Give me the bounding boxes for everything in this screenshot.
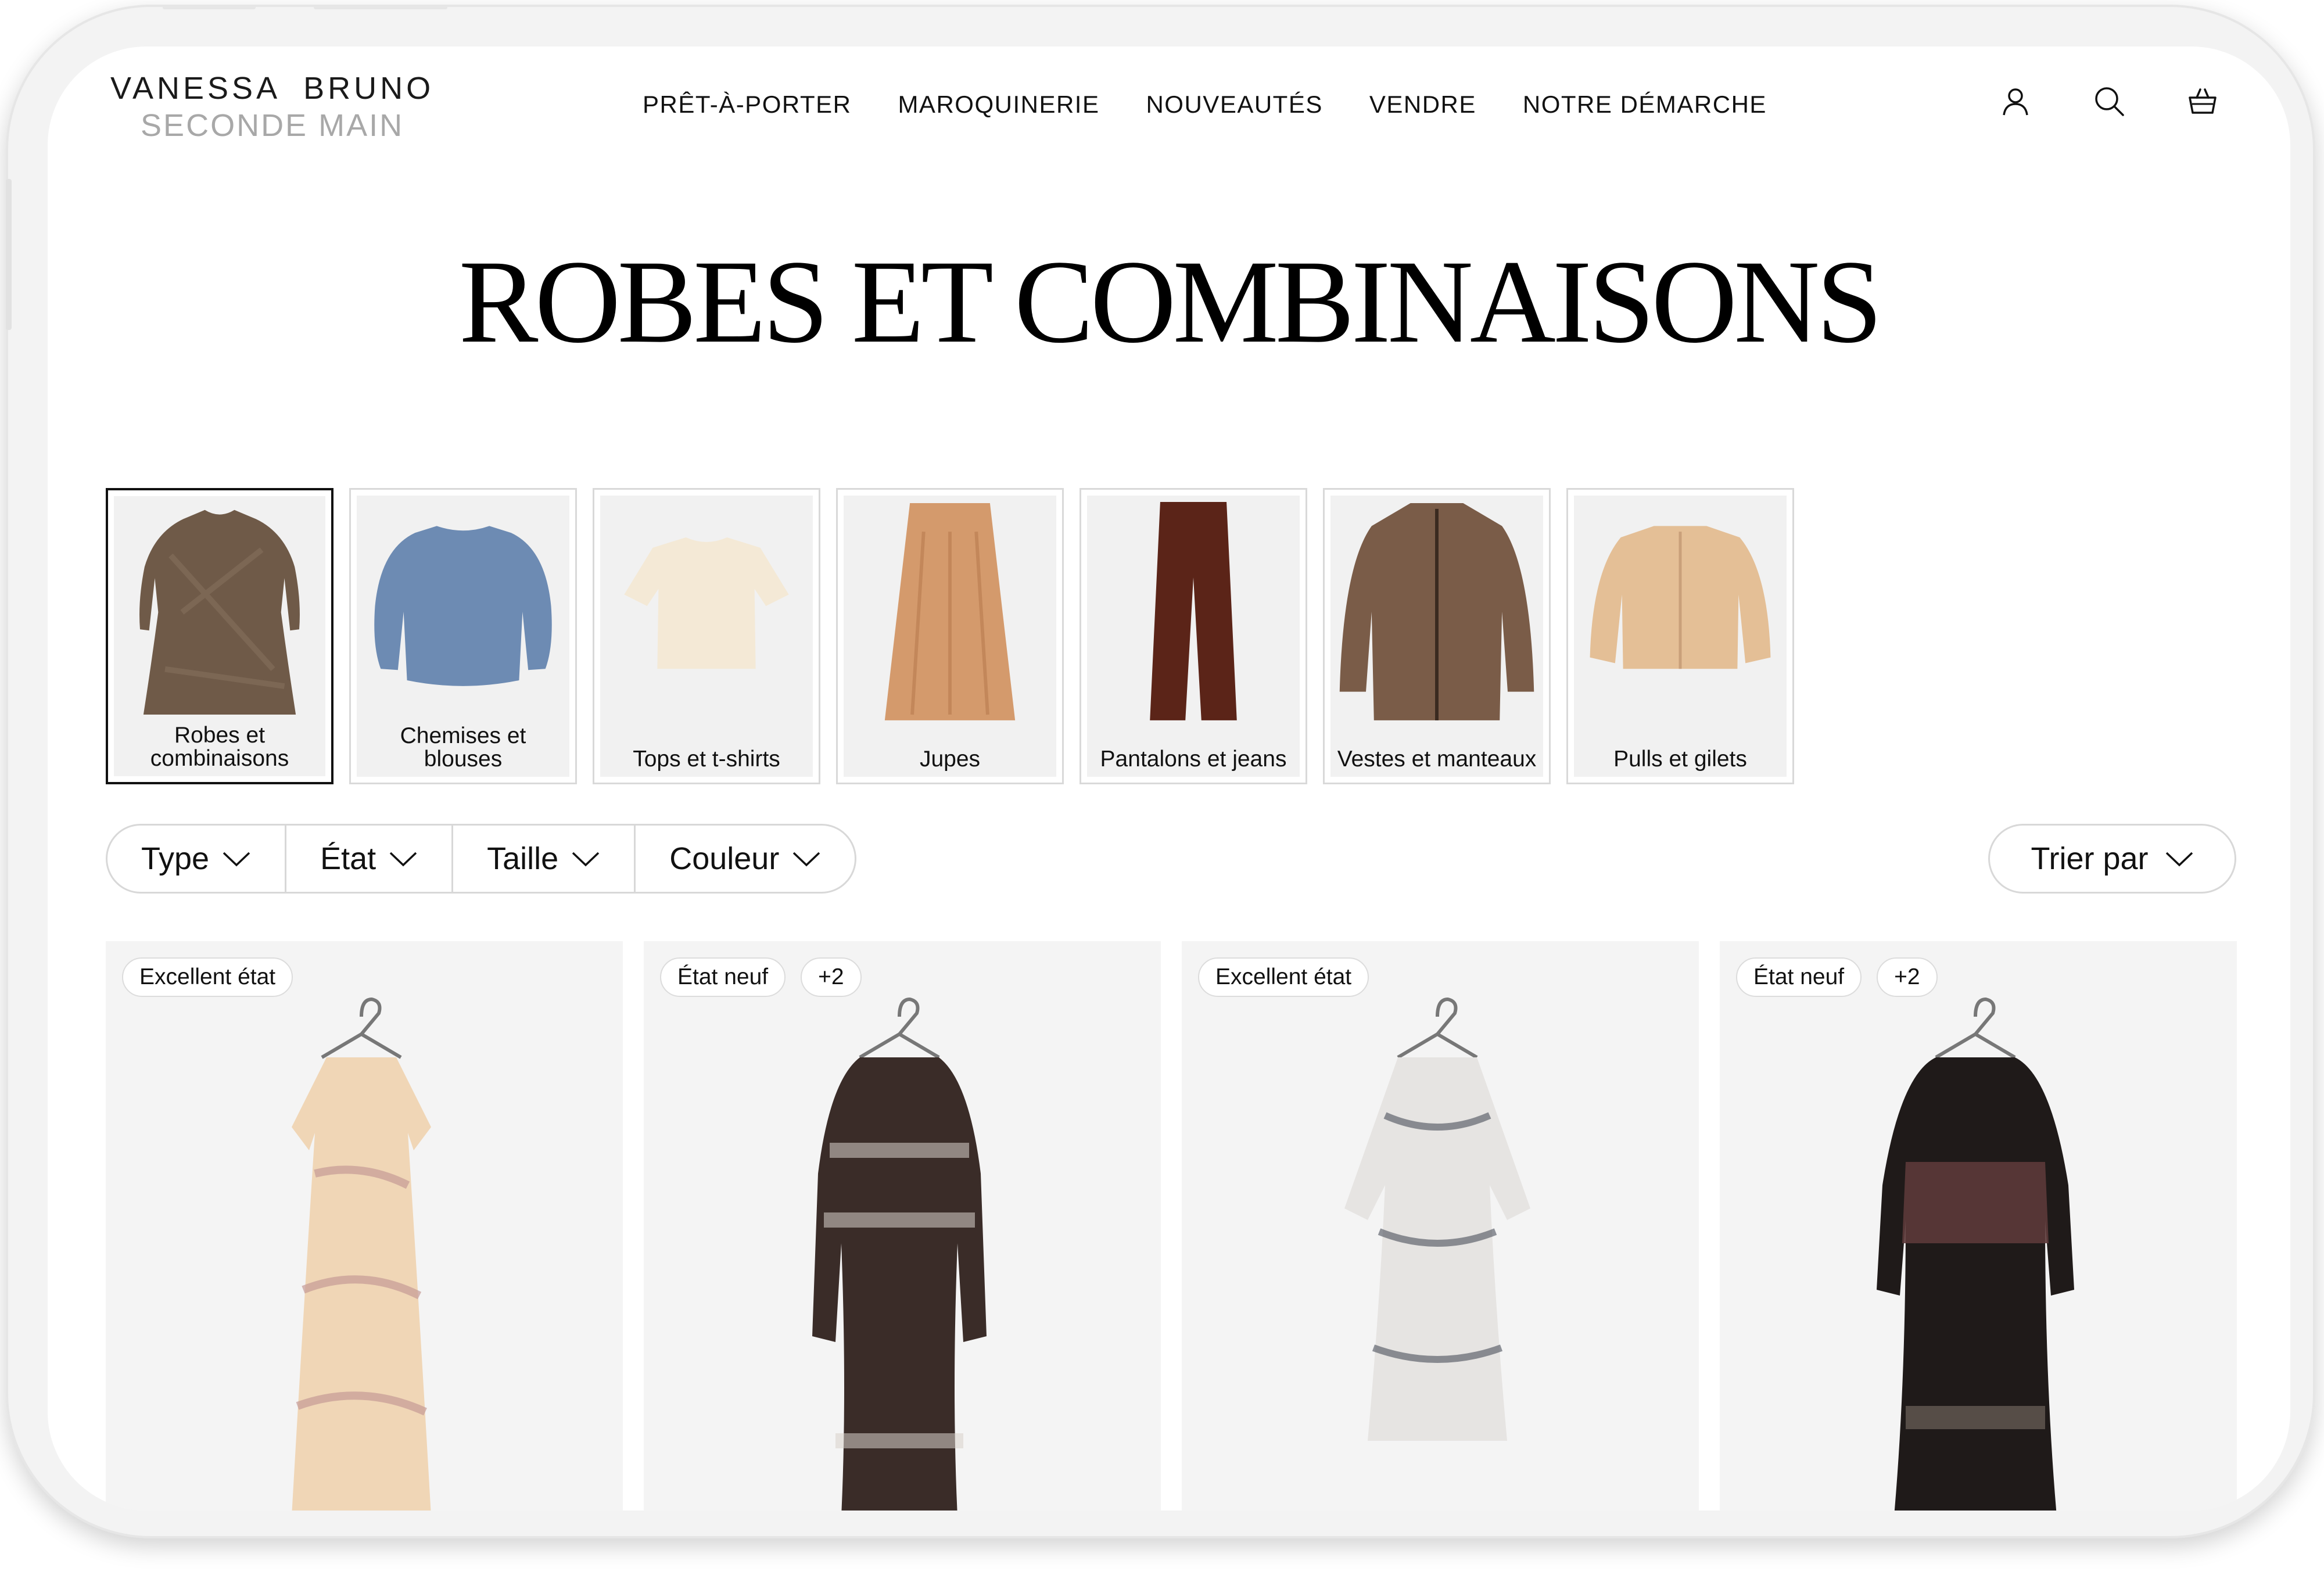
chevron-down-icon [389, 852, 417, 867]
basket-icon[interactable] [2186, 85, 2219, 117]
trousers-thumbnail [1150, 502, 1237, 720]
cardigan-thumbnail [1590, 526, 1771, 669]
nav-maroquinerie[interactable]: MAROQUINERIE [898, 91, 1099, 119]
condition-badge: Excellent état [122, 957, 293, 997]
filter-bar: Type État Taille Couleur [106, 824, 857, 894]
category-card-vestes[interactable]: Vestes et manteaux [1323, 488, 1551, 784]
product-image [1877, 997, 2074, 1511]
chevron-down-icon [2165, 852, 2193, 867]
category-label: Robes et combinaisons [150, 723, 289, 771]
product-grid: Excellent état État neuf +2 Excellent ét… [106, 941, 2237, 1511]
category-image [1330, 496, 1543, 777]
category-label: Pantalons et jeans [1100, 747, 1287, 772]
tablet-frame: VANESSA BRUNO SECONDE MAIN PRÊT-À-PORTER… [6, 5, 2315, 1538]
sort-dropdown[interactable]: Trier par [1988, 824, 2236, 894]
category-card-jupes[interactable]: Jupes [836, 488, 1064, 784]
sort-label: Trier par [2031, 841, 2149, 876]
product-card[interactable]: Excellent état [106, 941, 623, 1511]
category-label: Jupes [919, 747, 981, 772]
nav-pret-a-porter[interactable]: PRÊT-À-PORTER [643, 91, 851, 119]
condition-badge: Excellent état [1198, 957, 1369, 997]
category-label: Tops et t-shirts [633, 747, 780, 772]
filter-label: Couleur [669, 841, 780, 876]
badge-group: Excellent état [1198, 957, 1369, 997]
brand-logo[interactable]: VANESSA BRUNO SECONDE MAIN [110, 70, 434, 144]
badge-group: État neuf +2 [660, 957, 862, 997]
filter-label: Type [141, 841, 210, 876]
product-image [1344, 997, 1530, 1441]
header-icons [1999, 85, 2219, 117]
condition-badge: État neuf [1736, 957, 1862, 997]
product-image [292, 997, 431, 1511]
user-icon[interactable] [1999, 85, 2032, 117]
chevron-down-icon [572, 852, 600, 867]
product-image [812, 997, 987, 1511]
filter-type[interactable]: Type [107, 826, 287, 892]
category-image [1087, 496, 1300, 777]
badge-group: Excellent état [122, 957, 293, 997]
page-title: ROBES ET COMBINAISONS [458, 236, 1883, 368]
brand-subtitle: SECONDE MAIN [141, 108, 404, 143]
tablet-side-button [6, 179, 12, 330]
filter-etat[interactable]: État [286, 826, 454, 892]
category-card-chemises[interactable]: Chemises et blouses [349, 488, 577, 784]
nav-vendre[interactable]: VENDRE [1369, 91, 1476, 119]
category-image [600, 496, 813, 777]
product-card[interactable]: État neuf +2 [644, 941, 1161, 1511]
skirt-thumbnail [884, 503, 1016, 720]
main-nav: PRÊT-À-PORTER MAROQUINERIE NOUVEAUTÉS VE… [643, 91, 1767, 119]
chevron-down-icon [793, 852, 820, 867]
category-card-robes[interactable]: Robes et combinaisons [106, 488, 333, 784]
filter-label: Taille [487, 841, 559, 876]
tablet-top-button [314, 5, 447, 9]
category-carousel: Robes et combinaisons Chemises et blouse… [106, 488, 1794, 784]
more-count-badge: +2 [1877, 957, 1938, 997]
category-image [1574, 496, 1787, 777]
category-image [844, 496, 1056, 777]
category-label: Chemises et blouses [400, 723, 526, 772]
jacket-thumbnail [1339, 503, 1534, 720]
filter-label: État [320, 841, 376, 876]
filter-couleur[interactable]: Couleur [636, 826, 855, 892]
search-icon[interactable] [2093, 85, 2125, 117]
brand-name: VANESSA BRUNO [110, 71, 435, 106]
category-label: Pulls et gilets [1613, 747, 1747, 772]
filter-taille[interactable]: Taille [453, 826, 636, 892]
more-count-badge: +2 [801, 957, 862, 997]
condition-badge: État neuf [660, 957, 786, 997]
nav-nouveautes[interactable]: NOUVEAUTÉS [1146, 91, 1322, 119]
category-label: Vestes et manteaux [1337, 747, 1537, 772]
tablet-top-button [163, 5, 256, 9]
category-card-pulls[interactable]: Pulls et gilets [1566, 488, 1794, 784]
screen: VANESSA BRUNO SECONDE MAIN PRÊT-À-PORTER… [48, 46, 2290, 1511]
nav-notre-demarche[interactable]: NOTRE DÉMARCHE [1523, 91, 1767, 119]
product-card[interactable]: État neuf +2 [1720, 941, 2237, 1511]
product-card[interactable]: Excellent état [1182, 941, 1699, 1511]
category-card-tops[interactable]: Tops et t-shirts [593, 488, 820, 784]
category-card-pantalons[interactable]: Pantalons et jeans [1079, 488, 1307, 784]
dress-thumbnail [139, 510, 300, 715]
tshirt-thumbnail [624, 537, 789, 669]
blouse-thumbnail [374, 526, 552, 686]
badge-group: État neuf +2 [1736, 957, 1938, 997]
chevron-down-icon [223, 852, 250, 867]
